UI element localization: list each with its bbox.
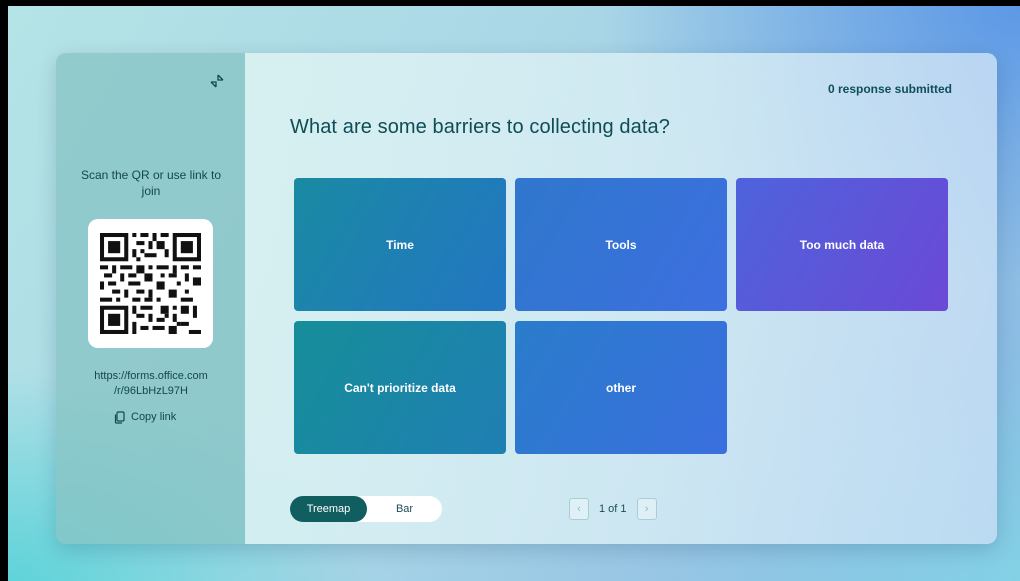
scan-instructions: Scan the QR or use link to join xyxy=(80,168,222,198)
bar-view-button[interactable]: Bar xyxy=(367,496,442,522)
previous-page-button[interactable]: ‹ xyxy=(569,498,589,520)
treemap-tile[interactable]: Can't prioritize data xyxy=(294,321,506,454)
treemap-tile[interactable]: Time xyxy=(294,178,506,311)
pagination: ‹ 1 of 1 › xyxy=(569,498,657,520)
background-stage: Scan the QR or use link to join https://… xyxy=(8,6,1020,581)
tile-label: Can't prioritize data xyxy=(344,380,456,395)
treemap-tile[interactable]: Too much data xyxy=(736,178,948,311)
join-link-line1: https://forms.office.com xyxy=(94,370,208,382)
chevron-left-icon: ‹ xyxy=(577,503,581,515)
view-toggle: Treemap Bar xyxy=(290,496,442,522)
copy-icon xyxy=(114,410,125,424)
treemap-tile[interactable]: Tools xyxy=(515,178,727,311)
live-results-card: Scan the QR or use link to join https://… xyxy=(56,53,997,544)
response-count: 0 response submitted xyxy=(827,82,952,96)
qr-code-icon xyxy=(100,233,201,334)
join-link[interactable]: https://forms.office.com /r/96LbHzL97H xyxy=(76,369,226,399)
page-indicator: 1 of 1 xyxy=(599,503,627,515)
treemap-view-button[interactable]: Treemap xyxy=(290,496,367,522)
tile-label: Time xyxy=(386,237,414,252)
tile-label: Tools xyxy=(605,237,637,252)
collapse-button[interactable] xyxy=(206,70,228,92)
treemap-tile[interactable]: other xyxy=(515,321,727,454)
results-panel: 0 response submitted What are some barri… xyxy=(245,53,997,544)
chevron-right-icon: › xyxy=(644,503,649,515)
collapse-icon xyxy=(210,74,224,88)
join-link-line2: /r/96LbHzL97H xyxy=(114,385,188,397)
tile-label: other xyxy=(606,380,636,395)
join-sidebar: Scan the QR or use link to join https://… xyxy=(56,53,245,544)
question-title: What are some barriers to collecting dat… xyxy=(290,116,670,138)
copy-link-button[interactable]: Copy link xyxy=(114,408,176,426)
qr-code[interactable] xyxy=(88,219,213,348)
next-page-button[interactable]: › xyxy=(636,498,657,520)
tile-label: Too much data xyxy=(799,237,885,252)
copy-link-label: Copy link xyxy=(131,411,177,423)
